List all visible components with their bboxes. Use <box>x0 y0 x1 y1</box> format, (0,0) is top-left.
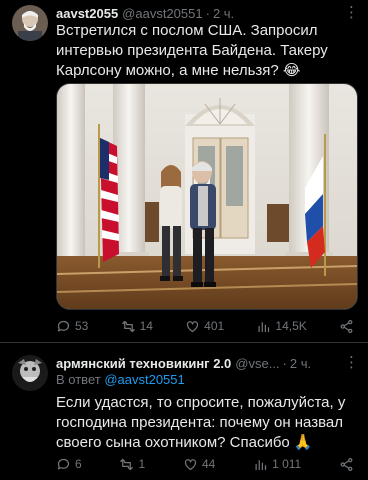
more-icon[interactable]: ⋮ <box>344 355 359 370</box>
timestamp[interactable]: 2 ч. <box>290 356 311 371</box>
tweet-2-text: Если удастся, то спросите, пожалуйста, у… <box>56 394 346 451</box>
share-icon <box>340 457 353 471</box>
reply-icon <box>57 320 70 331</box>
tweet-2-actions: 6 1 44 1 011 <box>56 456 354 472</box>
repost-count: 1 <box>138 457 146 471</box>
tweet-2-header: армянский техновикинг 2.0 @vse... · 2 ч. <box>56 355 358 371</box>
repost-icon <box>121 320 135 332</box>
separator-dot: · <box>205 5 210 21</box>
display-name[interactable]: армянский техновикинг 2.0 <box>56 356 231 371</box>
tweet-1[interactable]: aavst2055 @aavst20551 · 2 ч. ⋮ Встретилс… <box>0 0 368 342</box>
repost-button[interactable]: 1 <box>119 457 145 472</box>
more-icon[interactable]: ⋮ <box>344 5 359 20</box>
like-count: 44 <box>201 457 216 471</box>
separator-dot: · <box>282 355 287 371</box>
tweet-1-header: aavst2055 @aavst20551 · 2 ч. <box>56 5 358 21</box>
tweet-1-photo[interactable] <box>56 83 358 310</box>
display-name[interactable]: aavst2055 <box>56 6 118 21</box>
views-button[interactable]: 1 011 <box>253 457 301 472</box>
like-icon <box>184 458 197 470</box>
like-button[interactable]: 44 <box>183 457 215 472</box>
repost-icon <box>120 458 134 470</box>
reply-mention-link[interactable]: @aavst20551 <box>104 372 184 387</box>
reply-button[interactable]: 6 <box>56 457 82 472</box>
avatar-tweet-2[interactable] <box>12 355 48 391</box>
views-icon <box>255 459 267 470</box>
views-count: 1 011 <box>272 457 302 471</box>
repost-button[interactable]: 14 <box>121 319 153 334</box>
share-icon <box>340 319 353 333</box>
reply-prefix: В ответ <box>56 372 101 387</box>
like-button[interactable]: 401 <box>185 319 224 334</box>
reply-icon <box>57 458 70 469</box>
share-button[interactable] <box>339 319 354 334</box>
reply-context: В ответ @aavst20551 <box>56 372 185 387</box>
views-count: 14,5K <box>275 319 307 333</box>
handle[interactable]: @aavst20551 <box>122 6 202 21</box>
avatar-tweet-1[interactable] <box>12 5 48 41</box>
views-icon <box>258 321 270 332</box>
reply-count: 53 <box>75 319 89 333</box>
reply-button[interactable]: 53 <box>56 319 88 334</box>
like-count: 401 <box>204 319 225 333</box>
like-icon <box>187 320 199 332</box>
handle[interactable]: @vse... <box>235 356 279 371</box>
timestamp[interactable]: 2 ч. <box>213 6 234 21</box>
views-button[interactable]: 14,5K <box>256 319 307 334</box>
tweet-1-actions: 53 14 401 14,5K <box>56 318 354 334</box>
reply-count: 6 <box>75 457 82 471</box>
share-button[interactable] <box>339 457 354 472</box>
tweet-1-text: Встретился с послом США. Запросил интерв… <box>56 22 328 79</box>
repost-count: 14 <box>139 319 153 333</box>
